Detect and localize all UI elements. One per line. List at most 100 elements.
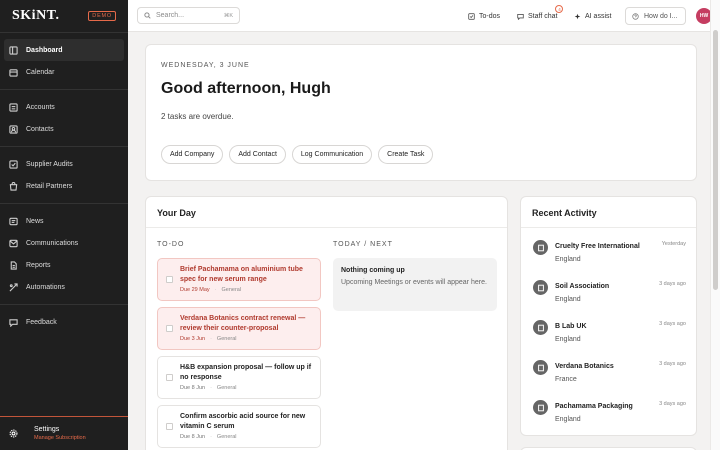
activity-location: England	[555, 256, 581, 263]
page-scrollbar[interactable]	[710, 0, 720, 450]
activity-location: England	[555, 296, 581, 303]
activity-time: Yesterday	[661, 241, 686, 247]
todos-button[interactable]: To-dos	[468, 10, 500, 22]
nav-group: Dashboard Calendar	[0, 32, 128, 89]
search-shortcut: ⌘K	[223, 12, 233, 19]
sidebar-item-retail-partners[interactable]: Retail Partners	[4, 175, 124, 197]
contacts-icon	[9, 124, 18, 134]
activity-item[interactable]: Cruelty Free International England Yesterd…	[533, 239, 686, 279]
sidebar-item-label: Accounts	[26, 103, 55, 111]
next-heading: TODAY / NEXT	[333, 241, 393, 248]
activity-name[interactable]: B Lab UK	[555, 323, 587, 330]
activity-name[interactable]: Cruelty Free International	[555, 243, 640, 250]
task-checkbox[interactable]	[166, 422, 173, 430]
task-checkbox[interactable]	[166, 324, 173, 332]
task-checkbox[interactable]	[166, 373, 173, 381]
activity-item[interactable]: Verdana Botanics France 3 days ago	[533, 359, 686, 399]
sidebar-item-label: Contacts	[26, 125, 54, 133]
help-button[interactable]: How do I...	[625, 7, 686, 25]
activity-time: 3 days ago	[659, 361, 686, 367]
task-item[interactable]: Verdana Botanics contract renewal — revi…	[157, 307, 321, 350]
settings-link[interactable]: Settings Manage Subscription	[0, 416, 128, 450]
log-communication-button[interactable]: Log Communication	[291, 145, 373, 164]
sidebar-item-label: Supplier Audits	[26, 160, 73, 168]
activity-time: 3 days ago	[659, 321, 686, 327]
sidebar-item-accounts[interactable]: Accounts	[4, 96, 124, 118]
task-item[interactable]: H&B expansion proposal — follow up if no…	[157, 356, 321, 399]
sidebar-item-supplier-audits[interactable]: Supplier Audits	[4, 153, 124, 175]
building-icon	[533, 360, 548, 375]
sidebar: SKiNT. DEMO Dashboard Calendar Accounts Con…	[0, 0, 128, 450]
brand: SKiNT. DEMO	[0, 0, 128, 32]
separator: ·	[210, 434, 212, 440]
create-task-button[interactable]: Create Task	[378, 145, 434, 164]
search-input[interactable]: Search... ⌘K	[137, 7, 240, 24]
activity-name[interactable]: Verdana Botanics	[555, 363, 614, 370]
todo-list: Brief Pachamama on aluminium tube spec f…	[157, 258, 321, 450]
nav-group: News Communications Reports Automations	[0, 203, 128, 304]
sidebar-item-calendar[interactable]: Calendar	[4, 61, 124, 83]
task-due: Due 8 Jun	[180, 385, 206, 391]
activity-name[interactable]: Pachamama Packaging	[555, 403, 633, 410]
sidebar-item-label: Calendar	[26, 68, 55, 76]
separator: ·	[214, 287, 217, 293]
logo[interactable]: SKiNT.	[12, 8, 59, 24]
feedback-icon	[9, 318, 18, 327]
news-icon	[9, 217, 18, 226]
task-tag: General	[221, 287, 242, 293]
ai-assist-button[interactable]: AI assist	[574, 10, 611, 22]
task-checkbox[interactable]	[166, 275, 173, 283]
add-company-button[interactable]: Add Company	[161, 145, 224, 164]
activity-item[interactable]: B Lab UK England 3 days ago	[533, 319, 686, 359]
task-tag: General	[216, 385, 237, 391]
search-icon	[144, 12, 151, 19]
upcoming-empty-text: Upcoming Meetings or events will appear …	[341, 279, 487, 286]
task-title: Verdana Botanics contract renewal — revi…	[180, 315, 306, 332]
task-item[interactable]: Brief Pachamama on aluminium tube spec f…	[157, 258, 321, 301]
chat-icon	[517, 13, 524, 20]
task-meta: Due 8 Jun · General	[180, 385, 312, 391]
building-icon	[533, 240, 548, 255]
task-title: H&B expansion proposal — follow up if no…	[180, 364, 312, 381]
retail-icon	[9, 181, 18, 191]
ai-assist-label: AI assist	[585, 12, 612, 20]
building-icon	[533, 320, 548, 335]
sidebar-item-label: News	[26, 217, 44, 225]
separator: ·	[210, 336, 212, 342]
scrollbar-thumb[interactable]	[713, 30, 718, 290]
activity-location: France	[555, 376, 577, 383]
overdue-summary: 2 tasks are overdue.	[161, 112, 234, 121]
sidebar-item-automations[interactable]: Automations	[4, 276, 124, 298]
sidebar-item-news[interactable]: News	[4, 210, 124, 232]
activity-item[interactable]: Pachamama Packaging England 3 days ago	[533, 399, 686, 439]
audit-icon	[9, 159, 18, 169]
add-contact-button[interactable]: Add Contact	[229, 145, 286, 164]
staff-chat-button[interactable]: Staff chat 4	[517, 5, 564, 22]
search-placeholder: Search...	[156, 12, 185, 19]
sidebar-item-communications[interactable]: Communications	[4, 232, 124, 254]
task-due: Due 8 Jun	[180, 434, 206, 440]
upcoming-empty-state: Nothing coming up Upcoming Meetings or e…	[333, 258, 497, 311]
sidebar-item-dashboard[interactable]: Dashboard	[4, 39, 124, 61]
sidebar-item-contacts[interactable]: Contacts	[4, 118, 124, 140]
nav-group: Feedback	[0, 304, 128, 339]
task-item[interactable]: Confirm ascorbic acid source for new vit…	[157, 405, 321, 448]
gear-icon	[9, 429, 18, 438]
activity-location: England	[555, 416, 581, 423]
your-day-card: Your Day TO-DO TODAY / NEXT Brief Pacham…	[145, 196, 508, 450]
todo-heading: TO-DO	[157, 241, 185, 248]
sidebar-item-reports[interactable]: Reports	[4, 254, 124, 276]
activity-name[interactable]: Soil Association	[555, 283, 609, 290]
topbar: Search... ⌘K To-dos Staff chat 4 AI assi…	[128, 0, 712, 32]
separator: ·	[210, 385, 212, 391]
task-title: Confirm ascorbic acid source for new vit…	[180, 413, 306, 430]
settings-label: Settings	[34, 426, 60, 433]
manage-subscription-link[interactable]: Manage Subscription	[34, 435, 86, 441]
staff-chat-label: Staff chat	[528, 12, 558, 20]
task-due: Due 29 May	[180, 287, 210, 293]
activity-item[interactable]: Soil Association England 3 days ago	[533, 279, 686, 319]
activity-time: 3 days ago	[659, 281, 686, 287]
sparkle-icon	[574, 13, 581, 19]
sidebar-item-feedback[interactable]: Feedback	[4, 311, 124, 333]
task-due: Due 3 Jun	[180, 336, 206, 342]
